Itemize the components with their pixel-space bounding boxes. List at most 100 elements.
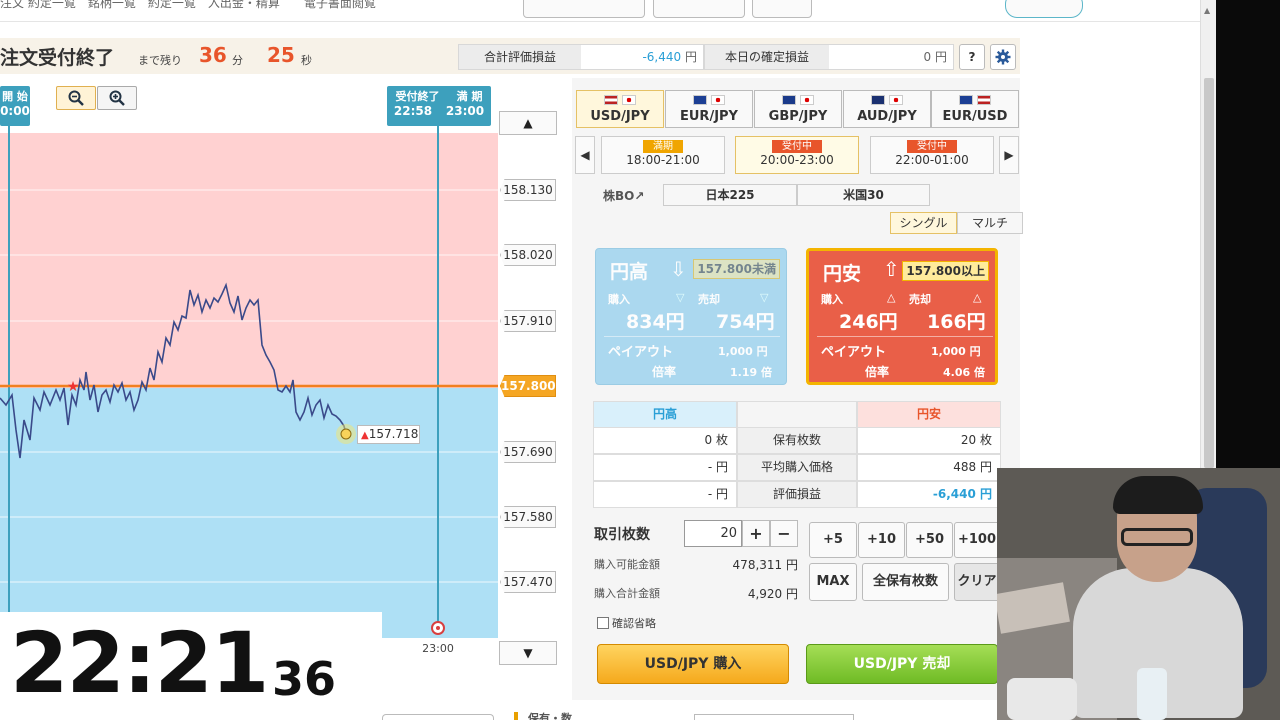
expiry-marker-dot (436, 626, 440, 630)
tab-multi[interactable]: マルチ (957, 212, 1023, 234)
high-sell-price[interactable]: 754円 (716, 307, 775, 334)
qty-plus-button[interactable]: + (742, 520, 770, 547)
top-logout-button[interactable] (1005, 0, 1083, 18)
col-high: 円高 (593, 401, 737, 428)
tab-nikkei225[interactable]: 日本225 (663, 184, 797, 206)
settings-button[interactable] (990, 44, 1016, 70)
price-tick: 157.910 (500, 310, 556, 332)
yen-unit: 円 (934, 50, 947, 64)
chevron-down-icon: ▽ (676, 291, 685, 304)
low-card[interactable]: 円安 ⇧ 157.800以上 購入 △ 売却 △ 246円 166円 ペイアウト… (806, 248, 998, 385)
flags (577, 91, 663, 109)
add-10-button[interactable]: +10 (858, 522, 905, 558)
add-5-button[interactable]: +5 (809, 522, 857, 558)
qty-input[interactable]: 20 (684, 520, 742, 547)
divider (817, 336, 993, 337)
row-label-qty: 保有枚数 (737, 427, 857, 454)
up-tick-icon: ▲ (361, 430, 369, 441)
high-qty: 0 枚 (593, 427, 737, 454)
pair-label: AUD/JPY (857, 109, 917, 124)
flags (755, 91, 841, 109)
pair-tab-usdjpy[interactable]: USD/JPY (576, 90, 664, 128)
price-tick: 157.470 (500, 571, 556, 593)
col-label-blank (737, 401, 857, 428)
pair-tab-audjpy[interactable]: AUD/JPY (843, 90, 931, 128)
all-holdings-button[interactable]: 全保有枚数 (862, 563, 949, 601)
current-point (340, 428, 352, 440)
avail-value: 478,311 円 (732, 558, 798, 572)
bottom-accent-bar (514, 712, 518, 720)
uk-flag-icon (782, 95, 796, 105)
sell-button[interactable]: USD/JPY 売却 (806, 644, 998, 684)
payout-value: 1,000 円 (718, 345, 768, 358)
pair-tab-gbpjpy[interactable]: GBP/JPY (754, 90, 842, 128)
pair-tab-eurjpy[interactable]: EUR/JPY (665, 90, 753, 128)
high-title: 円高 (610, 261, 649, 283)
desk-item (1007, 678, 1077, 720)
expiry-time: 23:00 (445, 104, 485, 118)
flags (844, 91, 930, 109)
buy-button[interactable]: USD/JPY 購入 (597, 644, 789, 684)
jp-flag-icon (711, 95, 725, 105)
slot-1[interactable]: 満期 18:00-21:00 (601, 136, 725, 174)
add-50-button[interactable]: +50 (906, 522, 953, 558)
water-bottle (1137, 668, 1167, 720)
low-buy-price[interactable]: 246円 (839, 307, 898, 334)
us-flag-icon (604, 95, 618, 105)
cutoff-time: 22:58 (393, 104, 433, 118)
scroll-up-button[interactable]: ▲ (499, 111, 557, 135)
scroll-down-button[interactable]: ▼ (499, 641, 557, 665)
pair-tabs: USD/JPY EUR/JPY GBP/JPY AUD/JPY EUR/USD (576, 90, 1019, 128)
qty-minus-button[interactable]: − (770, 520, 798, 547)
scrollbar-thumb[interactable] (1204, 78, 1214, 468)
slot-3[interactable]: 受付中 22:00-01:00 (870, 136, 994, 174)
payout-label: ペイアウト (608, 345, 674, 360)
ratio-value: 1.19 倍 (730, 366, 772, 379)
pair-tab-eurusd[interactable]: EUR/USD (931, 90, 1019, 128)
high-buy-price[interactable]: 834円 (626, 307, 685, 334)
person-hair (1113, 476, 1203, 514)
skip-confirm-checkbox[interactable] (597, 617, 609, 629)
high-pl: - 円 (593, 481, 737, 508)
eu-flag-icon (693, 95, 707, 105)
down-arrow-icon: ⇩ (670, 257, 687, 281)
high-card[interactable]: 円高 ⇩ 157.800未満 購入 ▽ 売却 ▽ 834円 754円 ペイアウト… (595, 248, 787, 385)
lower-zone (0, 388, 498, 638)
max-button[interactable]: MAX (809, 563, 857, 601)
current-price-value: 157.718 (368, 427, 419, 441)
divider (604, 336, 780, 337)
ratio-label: 倍率 (652, 365, 677, 379)
add-100-button[interactable]: +100 (954, 522, 1000, 558)
price-tick: 158.020 (500, 244, 556, 266)
top-button-2[interactable] (653, 0, 745, 18)
jp-flag-icon (800, 95, 814, 105)
gear-icon (995, 49, 1011, 65)
top-button-3[interactable] (752, 0, 812, 18)
row-label-pl: 評価損益 (737, 481, 857, 508)
stock-bo-link[interactable]: 株BO↗ (603, 187, 644, 204)
tab-single[interactable]: シングル (890, 212, 957, 234)
help-button[interactable]: ? (959, 44, 985, 70)
col-low: 円安 (857, 401, 1001, 428)
tab-us30[interactable]: 米国30 (797, 184, 930, 206)
eu-flag-icon (959, 95, 973, 105)
low-buy-label: 購入 (821, 293, 843, 306)
high-buy-label: 購入 (608, 293, 630, 306)
au-flag-icon (871, 95, 885, 105)
expiry-tag-times: 22:58 23:00 (387, 104, 491, 119)
start-tag-time: 0:00 (0, 104, 30, 118)
low-sell-price[interactable]: 166円 (927, 307, 986, 334)
slot-prev-button[interactable]: ◀ (575, 136, 595, 174)
slot-2[interactable]: 受付中 20:00-23:00 (735, 136, 859, 174)
slot-next-button[interactable]: ▶ (999, 136, 1019, 174)
chevron-up-icon: △ (973, 291, 982, 304)
us-flag-icon (977, 95, 991, 105)
bottom-box-fragment (694, 714, 854, 720)
bottom-heading: 保有・数 (528, 712, 572, 720)
start-tag: 開 始 0:00 (0, 86, 30, 126)
yen-unit: 円 (684, 50, 697, 64)
clear-button[interactable]: クリア (954, 563, 1000, 601)
bottom-tab-fragment[interactable] (382, 714, 494, 720)
today-pl-label: 本日の確定損益 (705, 45, 829, 69)
payout-label: ペイアウト (821, 345, 887, 360)
